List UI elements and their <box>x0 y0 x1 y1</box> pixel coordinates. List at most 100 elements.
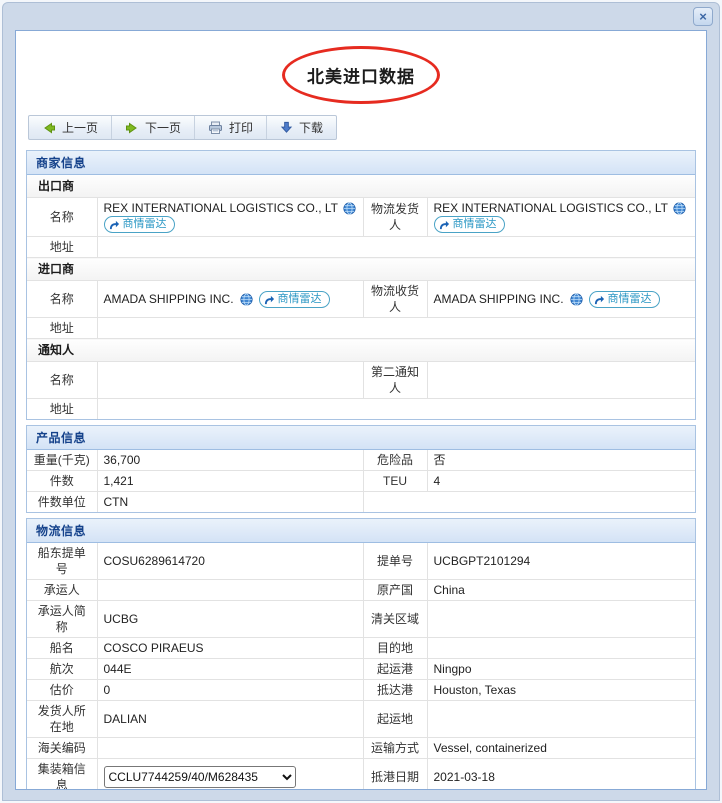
download-button[interactable]: 下载 <box>267 116 336 139</box>
valuation-value: 0 <box>96 679 364 701</box>
radar-badge[interactable]: 商情雷达 <box>588 290 660 308</box>
table-row: 地址 <box>27 398 695 419</box>
unit-value: CTN <box>96 491 364 512</box>
table-row: 重量(千克) 36,700 危险品 否 <box>27 450 695 471</box>
section-merchant-info: 商家信息 出口商 名称 REX INTERNATIONAL LOGISTICS … <box>26 150 696 420</box>
section-logistics-info: 物流信息 船东提单号 COSU6289614720 提单号 UCBGPT2101… <box>26 518 696 789</box>
radar-badge-label: 商情雷达 <box>607 292 652 305</box>
voyage-label: 航次 <box>27 658 98 680</box>
close-icon[interactable]: × <box>693 7 713 26</box>
hs-code-value <box>96 737 364 759</box>
importer-subheader: 进口商 <box>27 257 695 281</box>
table-row: 名称 AMADA SHIPPING INC. 商情雷达 物流收货人 AMADA … <box>27 280 695 318</box>
radar-icon <box>109 220 119 230</box>
next-page-button[interactable]: 下一页 <box>112 116 196 139</box>
destination-label: 目的地 <box>362 637 428 659</box>
printer-icon <box>209 121 223 134</box>
prev-page-label: 上一页 <box>62 121 99 135</box>
table-row: 船东提单号 COSU6289614720 提单号 UCBGPT2101294 <box>27 543 695 580</box>
valuation-label: 估价 <box>27 679 98 701</box>
radar-badge[interactable]: 商情雷达 <box>258 290 330 308</box>
globe-icon[interactable] <box>343 201 356 215</box>
second-notify-label: 第二通知人 <box>362 361 428 399</box>
customs-area-label: 清关区域 <box>362 600 428 638</box>
unit-label: 件数单位 <box>27 491 98 512</box>
container-select[interactable]: CCLU7744259/40/M628435 <box>103 766 296 788</box>
table-row: 件数单位 CTN <box>27 491 695 512</box>
radar-badge[interactable]: 商情雷达 <box>103 216 175 233</box>
table-row: 船名 COSCO PIRAEUS 目的地 <box>27 637 695 659</box>
table-row: 航次 044E 起运港 Ningpo <box>27 658 695 680</box>
logistics-section-title: 物流信息 <box>27 519 695 543</box>
radar-icon <box>264 295 274 304</box>
container-info-cell: CCLU7744259/40/M628435 <box>96 758 364 789</box>
merchant-section-title: 商家信息 <box>27 151 695 175</box>
dialog-window: × 北美进口数据 上一页 下一页 打印 下载 商家信息 出口商 名称 REX I… <box>2 2 720 801</box>
dialog-content: 北美进口数据 上一页 下一页 打印 下载 商家信息 出口商 名称 REX INT… <box>15 30 707 790</box>
weight-value: 36,700 <box>96 450 364 471</box>
shipper-location-label: 发货人所在地 <box>27 700 98 738</box>
radar-badge-label: 商情雷达 <box>452 218 497 230</box>
bl-value: UCBGPT2101294 <box>426 543 695 580</box>
shipper-location-value: DALIAN <box>96 700 364 738</box>
product-table: 重量(千克) 36,700 危险品 否 件数 1,421 TEU 4 件数单位 … <box>27 450 695 512</box>
notify-subheader: 通知人 <box>27 338 695 362</box>
prev-page-button[interactable]: 上一页 <box>29 116 113 139</box>
carrier-code-label: 承运人简称 <box>27 600 98 638</box>
title-area: 北美进口数据 <box>16 43 706 107</box>
teu-value: 4 <box>426 470 695 492</box>
vessel-value: COSCO PIRAEUS <box>96 637 364 659</box>
departure-port-label: 起运港 <box>362 658 428 680</box>
table-row: 估价 0 抵达港 Houston, Texas <box>27 679 695 701</box>
importer-name-value: AMADA SHIPPING INC. <box>103 292 234 306</box>
vessel-label: 船名 <box>27 637 98 659</box>
exporter-address-value <box>96 236 695 258</box>
exporter-name-label: 名称 <box>27 197 98 237</box>
download-label: 下载 <box>299 121 324 135</box>
voyage-value: 044E <box>96 658 364 680</box>
dialog-titlebar: × <box>3 3 719 29</box>
table-row: 地址 <box>27 317 695 339</box>
notify-name-label: 名称 <box>27 361 98 399</box>
importer-address-label: 地址 <box>27 317 98 339</box>
print-button[interactable]: 打印 <box>195 116 268 139</box>
toolbar: 上一页 下一页 打印 下载 <box>28 115 338 140</box>
destination-value <box>426 637 695 659</box>
customs-area-value <box>426 600 695 638</box>
section-product-info: 产品信息 重量(千克) 36,700 危险品 否 件数 1,421 TEU 4 … <box>26 425 696 513</box>
table-row: 承运人 原产国 China <box>27 579 695 601</box>
importer-name-cell: AMADA SHIPPING INC. 商情雷达 <box>96 280 364 318</box>
next-page-label: 下一页 <box>145 121 182 135</box>
globe-icon[interactable] <box>239 292 253 306</box>
importer-address-value <box>96 317 695 339</box>
transport-mode-label: 运输方式 <box>362 737 428 759</box>
arrow-down-icon <box>280 121 293 133</box>
table-row: 件数 1,421 TEU 4 <box>27 470 695 492</box>
table-row: 名称 第二通知人 <box>27 361 695 399</box>
master-bl-label: 船东提单号 <box>27 543 98 580</box>
print-label: 打印 <box>229 121 254 135</box>
second-notify-value <box>426 361 695 399</box>
dangerous-value: 否 <box>426 450 695 471</box>
globe-icon[interactable] <box>673 201 686 215</box>
arrival-date-value: 2021-03-18 <box>426 758 695 789</box>
logistics-shipper-value: REX INTERNATIONAL LOGISTICS CO., LT <box>433 201 668 215</box>
notify-address-value <box>96 398 695 419</box>
teu-label: TEU <box>362 470 428 492</box>
arrival-date-label: 抵港日期 <box>362 758 428 789</box>
radar-badge-label: 商情雷达 <box>277 292 322 305</box>
notify-address-label: 地址 <box>27 398 98 419</box>
globe-icon[interactable] <box>569 292 583 306</box>
exporter-name-value: REX INTERNATIONAL LOGISTICS CO., LT <box>103 201 338 215</box>
radar-icon <box>439 220 449 230</box>
quantity-label: 件数 <box>27 470 98 492</box>
radar-badge[interactable]: 商情雷达 <box>433 216 505 233</box>
table-row: 名称 REX INTERNATIONAL LOGISTICS CO., LT 商… <box>27 197 695 237</box>
table-row: 地址 <box>27 236 695 258</box>
container-info-label: 集装箱信息 <box>27 758 98 789</box>
table-row: 承运人简称 UCBG 清关区域 <box>27 600 695 638</box>
origin-country-value: China <box>426 579 695 601</box>
transport-mode-value: Vessel, containerized <box>426 737 695 759</box>
table-row: 海关编码 运输方式 Vessel, containerized <box>27 737 695 759</box>
arrival-port-value: Houston, Texas <box>426 679 695 701</box>
